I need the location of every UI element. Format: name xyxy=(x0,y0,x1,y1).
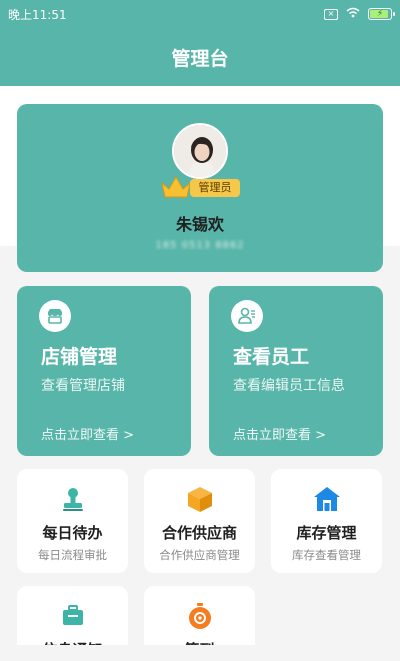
page-title: 管理台 xyxy=(171,48,229,70)
profile-card[interactable]: 管理员 朱锡欢 185 0513 8862 xyxy=(17,104,383,272)
stamp-icon xyxy=(57,483,89,515)
avatar[interactable] xyxy=(172,123,228,179)
user-phone: 185 0513 8862 xyxy=(155,240,245,251)
sim-x-icon: × xyxy=(324,8,338,20)
daily-todo-sub: 每日流程审批 xyxy=(38,548,107,562)
briefcase-icon xyxy=(57,600,89,632)
box-icon xyxy=(184,483,216,515)
inventory-tile[interactable]: 库存管理 库存查看管理 xyxy=(271,469,382,573)
bottom-navigation-strip xyxy=(0,645,400,661)
inventory-title: 库存管理 xyxy=(296,524,357,542)
status-time: 晚上11:51 xyxy=(8,7,67,22)
view-staff-link[interactable]: 点击立即查看 > xyxy=(233,424,326,443)
suppliers-tile[interactable]: 合作供应商 合作供应商管理 xyxy=(144,469,255,573)
store-management-desc: 查看管理店铺 xyxy=(41,378,125,394)
store-management-title: 店铺管理 xyxy=(41,346,118,368)
suppliers-sub: 合作供应商管理 xyxy=(159,548,240,562)
store-icon xyxy=(39,300,71,332)
battery-charging-icon: ⚡ xyxy=(368,8,395,20)
daily-todo-title: 每日待办 xyxy=(42,524,103,542)
view-staff-desc: 查看编辑员工信息 xyxy=(233,378,345,394)
suppliers-title: 合作供应商 xyxy=(161,524,237,542)
crown-icon xyxy=(160,175,192,203)
inventory-sub: 库存查看管理 xyxy=(292,548,361,562)
checkin-icon xyxy=(184,600,216,632)
store-management-link[interactable]: 点击立即查看 > xyxy=(41,424,134,443)
staff-icon xyxy=(231,300,263,332)
role-badge: 管理员 xyxy=(190,179,240,197)
daily-todo-tile[interactable]: 每日待办 每日流程审批 xyxy=(17,469,128,573)
wifi-icon xyxy=(346,7,360,21)
user-name: 朱锡欢 xyxy=(175,215,224,234)
view-staff-card[interactable]: 查看员工 查看编辑员工信息 点击立即查看 > xyxy=(209,286,383,456)
store-management-card[interactable]: 店铺管理 查看管理店铺 点击立即查看 > xyxy=(17,286,191,456)
warehouse-icon xyxy=(311,483,343,515)
status-bar: 晚上11:51 × ⚡ xyxy=(0,0,400,28)
view-staff-title: 查看员工 xyxy=(233,346,310,368)
